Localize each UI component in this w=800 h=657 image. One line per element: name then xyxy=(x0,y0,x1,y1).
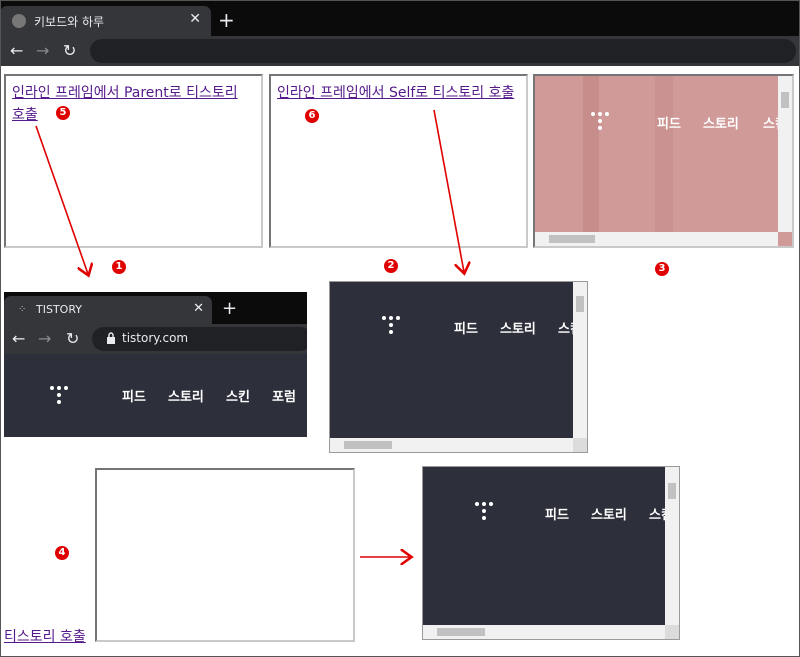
arrow-6-to-2 xyxy=(433,109,464,272)
arrow-5-to-1 xyxy=(35,125,88,274)
annotation-arrows xyxy=(35,109,800,657)
